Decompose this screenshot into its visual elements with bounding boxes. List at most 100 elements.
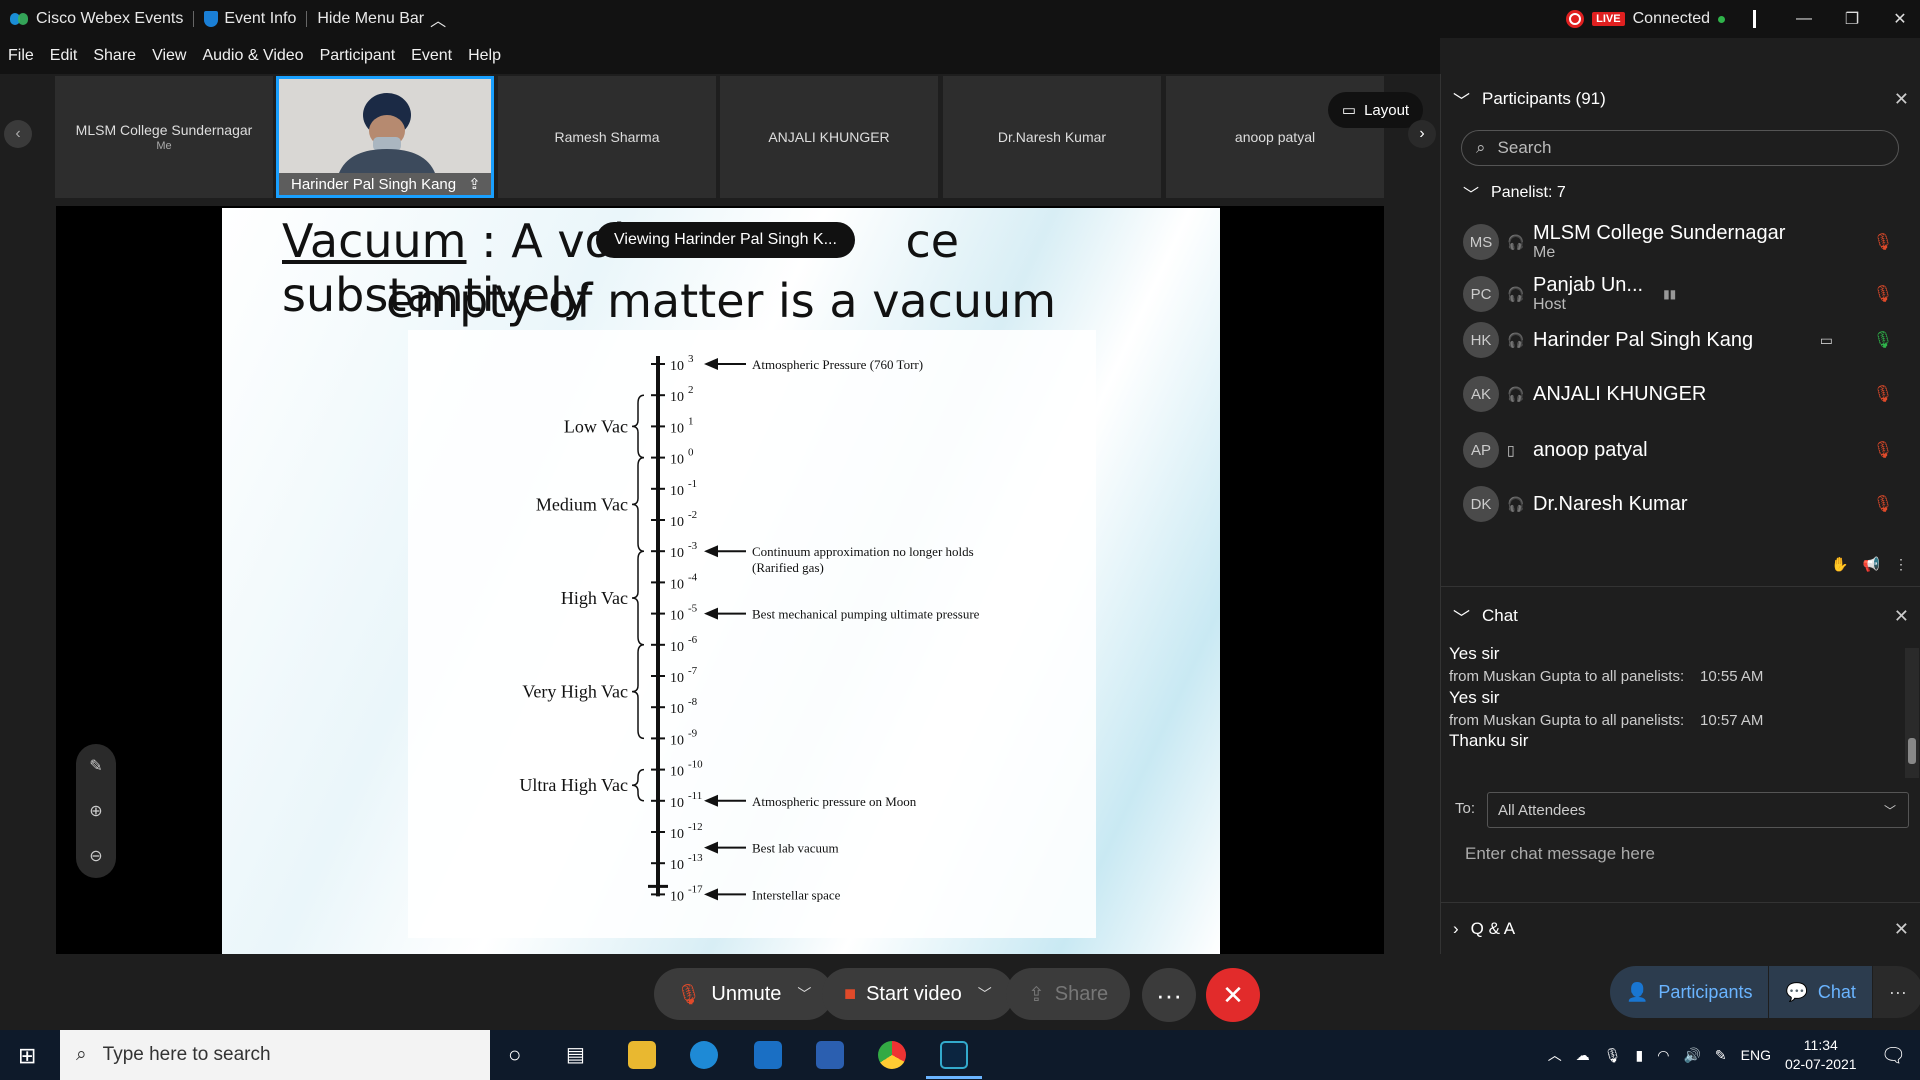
chat-tab[interactable]: 💬 Chat	[1768, 966, 1872, 1018]
menu-participant[interactable]: Participant	[312, 47, 404, 65]
video-strip: ‹ MLSM College Sundernagar Me Harinder P…	[0, 74, 1440, 202]
battery-icon[interactable]: ▮	[1636, 1047, 1644, 1064]
microphone-icon[interactable]: 🎙	[1604, 1047, 1622, 1064]
chat-scrollbar[interactable]	[1905, 648, 1919, 778]
muted-mic-icon[interactable]: 🎙	[1873, 440, 1893, 460]
more-panels-button[interactable]: ···	[1871, 966, 1920, 1018]
clock[interactable]: 11:34 02-07-2021	[1785, 1036, 1857, 1074]
unmute-button[interactable]: 🎙 Unmute ﹀	[654, 968, 834, 1020]
volume-icon[interactable]: 🔊	[1683, 1047, 1700, 1064]
minimize-icon[interactable]: —	[1784, 10, 1824, 28]
layout-button[interactable]: ▭ Layout	[1328, 92, 1423, 128]
pen-icon[interactable]: ✎	[1715, 1047, 1727, 1064]
more-options-button[interactable]: ···	[1142, 968, 1196, 1022]
close-icon[interactable]: ✕	[1894, 606, 1909, 627]
close-icon[interactable]: ✕	[1880, 9, 1920, 29]
scale-tick-exponent: -7	[688, 665, 698, 677]
cloud-icon[interactable]: ☁	[1576, 1047, 1590, 1064]
menu-file[interactable]: File	[0, 47, 42, 65]
muted-mic-icon[interactable]: 🎙	[1873, 384, 1893, 404]
participant-row[interactable]: PC 🎧 Panjab Un... Host ▮▮ 🎙	[1463, 270, 1903, 318]
video-tile-active-speaker[interactable]: Harinder Pal Singh Kang ⇪	[276, 76, 494, 198]
language-indicator[interactable]: ENG	[1741, 1047, 1771, 1063]
raise-hand-icon[interactable]: ✋	[1831, 556, 1848, 573]
strip-next-button[interactable]: ›	[1408, 120, 1436, 148]
taskbar-search-input[interactable]: ⌕ Type here to search	[60, 1030, 490, 1080]
more-icon[interactable]: ⋮	[1894, 556, 1908, 573]
menu-view[interactable]: View	[144, 47, 194, 65]
file-explorer-icon[interactable]	[628, 1041, 656, 1069]
annotation-text: Continuum approximation no longer holds	[752, 544, 974, 559]
participant-row[interactable]: HK 🎧 Harinder Pal Singh Kang ▭ 🎙	[1463, 316, 1903, 364]
scale-tick-exponent: -3	[688, 540, 698, 552]
share-button[interactable]: ⇪ Share	[1006, 968, 1131, 1020]
restore-icon[interactable]: ❐	[1832, 9, 1872, 29]
scale-tick-exponent: 2	[688, 384, 694, 396]
wifi-icon[interactable]: ◠	[1657, 1047, 1669, 1064]
strip-prev-button[interactable]: ‹	[4, 120, 32, 148]
annotation-text: (Rarified gas)	[752, 560, 824, 575]
scrollbar-thumb[interactable]	[1908, 738, 1916, 764]
leave-meeting-button[interactable]: ✕	[1206, 968, 1260, 1022]
cortana-icon[interactable]: ○	[508, 1042, 521, 1068]
webex-taskbar-icon[interactable]	[940, 1041, 968, 1069]
connection-status: Connected	[1632, 10, 1710, 27]
side-panel: ﹀ Participants (91) ✕ ⌕ Search ﹀ Panelist: 7…	[1440, 74, 1920, 954]
scale-tick-label: 10	[670, 421, 684, 436]
muted-mic-icon[interactable]: 🎙	[1873, 494, 1893, 514]
range-label: Low Vac	[564, 416, 628, 436]
zoom-out-icon[interactable]: ⊖	[89, 846, 102, 866]
live-badge: LIVE	[1592, 12, 1625, 26]
participant-search-input[interactable]: ⌕ Search	[1461, 130, 1899, 166]
mail-icon[interactable]	[754, 1041, 782, 1069]
video-tile[interactable]: ANJALI KHUNGER	[720, 76, 938, 198]
video-tile[interactable]: Ramesh Sharma	[498, 76, 716, 198]
chat-message-input[interactable]: Enter chat message here	[1465, 844, 1655, 864]
chevron-down-icon: ﹀	[1463, 187, 1480, 204]
menu-share[interactable]: Share	[85, 47, 144, 65]
zoom-in-icon[interactable]: ⊕	[89, 801, 102, 821]
participant-row[interactable]: AK 🎧 ANJALI KHUNGER 🎙	[1463, 370, 1903, 418]
headset-icon: 🎧	[1507, 385, 1525, 402]
participant-row[interactable]: MS 🎧 MLSM College Sundernagar Me 🎙	[1463, 218, 1903, 266]
menu-help[interactable]: Help	[460, 47, 509, 65]
range-label: High Vac	[561, 588, 628, 608]
chevron-down-icon[interactable]: ﹀	[978, 984, 992, 1004]
qa-header[interactable]: › Q & A ✕	[1441, 912, 1920, 946]
video-tile[interactable]: MLSM College Sundernagar Me	[55, 76, 273, 198]
hide-menu-bar-button[interactable]: Hide Menu Bar ︿	[307, 7, 456, 31]
close-icon[interactable]: ✕	[1894, 89, 1909, 110]
participants-tab[interactable]: 👤 Participants	[1610, 966, 1769, 1018]
task-view-icon[interactable]: ▤	[566, 1042, 585, 1067]
chrome-icon[interactable]	[878, 1041, 906, 1069]
muted-mic-icon[interactable]: 🎙	[1873, 284, 1893, 304]
panelist-group-header[interactable]: ﹀ Panelist: 7	[1441, 176, 1920, 210]
menu-event[interactable]: Event	[403, 47, 460, 65]
slide-title-line2: empty of matter is a vacuum	[385, 274, 1057, 328]
event-info-button[interactable]: Event Info	[194, 10, 306, 28]
chat-header[interactable]: ﹀ Chat ✕	[1441, 599, 1920, 633]
participant-row[interactable]: DK 🎧 Dr.Naresh Kumar 🎙	[1463, 480, 1903, 528]
notifications-icon[interactable]: 🗨	[1881, 1043, 1906, 1068]
muted-mic-icon[interactable]: 🎙	[1873, 232, 1893, 252]
pen-icon[interactable]: ✎	[89, 756, 102, 776]
annotation-text: Interstellar space	[752, 887, 841, 902]
participants-header[interactable]: ﹀ Participants (91) ✕	[1441, 82, 1920, 116]
edge-icon[interactable]	[690, 1041, 718, 1069]
active-mic-icon[interactable]: 🎙	[1873, 330, 1893, 350]
megaphone-icon[interactable]: 📢	[1863, 556, 1880, 573]
menu-audio-video[interactable]: Audio & Video	[194, 47, 311, 65]
close-icon[interactable]: ✕	[1894, 919, 1909, 940]
scale-tick-exponent: -8	[688, 696, 698, 708]
word-icon[interactable]	[816, 1041, 844, 1069]
scale-tick-exponent: 0	[688, 447, 694, 459]
menu-edit[interactable]: Edit	[42, 47, 86, 65]
chevron-down-icon[interactable]: ﹀	[797, 984, 811, 1004]
recording-icon	[1566, 10, 1585, 28]
start-video-button[interactable]: ■ Start video ﹀	[822, 968, 1014, 1020]
windows-start-icon[interactable]: ⊞	[18, 1043, 36, 1069]
chevron-up-icon[interactable]: ︿	[1548, 1045, 1562, 1065]
chat-recipient-select[interactable]: All Attendees ﹀	[1487, 792, 1909, 828]
participant-row[interactable]: AP ▯ anoop patyal 🎙	[1463, 426, 1903, 474]
video-tile[interactable]: Dr.Naresh Kumar	[943, 76, 1161, 198]
